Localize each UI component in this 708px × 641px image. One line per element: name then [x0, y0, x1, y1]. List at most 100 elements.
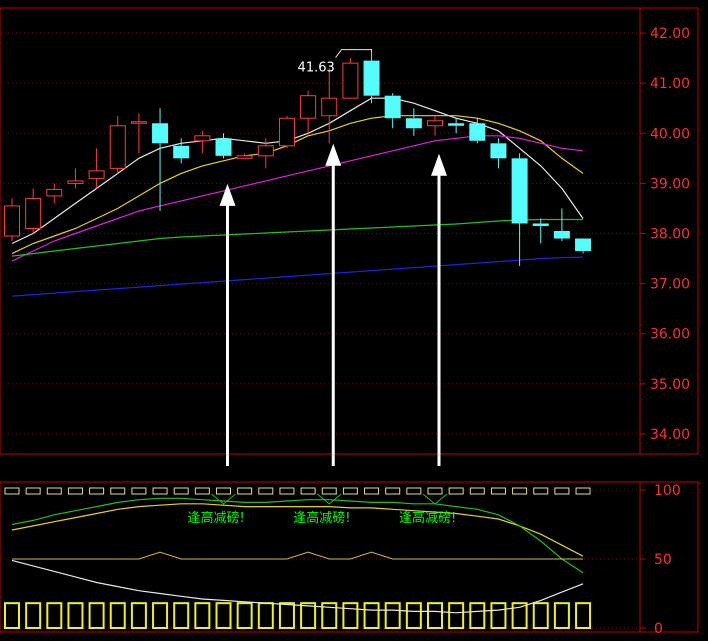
signal-text: 逢高减磅!	[188, 510, 245, 526]
candle-down	[384, 93, 401, 129]
moving-average-line-4	[11, 218, 583, 257]
candle-body	[553, 231, 570, 239]
candle-body	[152, 123, 169, 144]
candle-body	[342, 62, 359, 99]
sell-signal-annotation: 逢高减磅!	[293, 493, 350, 526]
indicator-bottom-bar	[46, 602, 63, 629]
indicator-tick-label: 50	[654, 552, 672, 568]
indicator-bottom-bar	[490, 602, 507, 629]
peak-price-label: 41.63	[298, 61, 335, 76]
indicator-bottom-bar	[405, 602, 422, 629]
price-panel: 42.00 41.00 40.00 39.00 38.00 37.00 36.00 35.00…	[0, 7, 699, 466]
candle-up	[46, 183, 63, 204]
indicator-bottom-bar	[257, 602, 274, 629]
indicator-top-box	[131, 487, 147, 495]
indicator-top-box	[258, 487, 274, 495]
candle-body	[194, 135, 211, 142]
candle-body	[88, 170, 105, 179]
price-tick-label: 38.00	[650, 227, 690, 243]
indicator-top-box	[173, 487, 189, 495]
arrow-head	[431, 153, 447, 176]
candle-down	[575, 238, 592, 254]
indicator-bottom-bar	[575, 602, 592, 629]
candle-up	[194, 130, 211, 154]
indicator-bottom-bar	[25, 602, 42, 629]
indicator-top-box	[300, 487, 316, 495]
white-up-arrow	[325, 143, 342, 466]
white-up-arrow	[219, 183, 236, 466]
candle-down	[490, 138, 507, 169]
arrow-head	[325, 143, 342, 166]
candle-body	[278, 117, 295, 147]
candle-body	[25, 197, 42, 229]
indicator-top-box	[512, 487, 528, 495]
signal-marker	[211, 493, 236, 505]
indicator-top-box	[321, 487, 337, 495]
indicator-bottom-bar	[448, 602, 465, 629]
candle-up	[109, 115, 126, 174]
candle-down	[553, 208, 570, 242]
candle-body	[448, 123, 465, 126]
candle-up	[88, 148, 105, 189]
candle-up	[300, 90, 317, 134]
arrow-shaft	[226, 203, 229, 466]
indicator-bottom-bar	[553, 602, 570, 629]
candle-body	[236, 155, 253, 159]
signal-marker	[316, 493, 342, 505]
indicator-bottom-bar	[384, 602, 401, 629]
candle-down	[532, 218, 549, 244]
candle-down	[405, 108, 422, 136]
candle-down	[363, 51, 380, 104]
candle-body	[427, 120, 443, 127]
indicator-top-box	[342, 487, 358, 495]
indicator-bottom-bar	[173, 602, 190, 629]
candle-body	[215, 138, 232, 156]
candle-up	[236, 153, 253, 159]
indicator-step-line	[12, 551, 583, 560]
indicator-bottom-bar	[427, 602, 443, 629]
arrow-shaft	[331, 163, 335, 466]
indicator-top-box	[237, 487, 253, 495]
indicator-bottom-bar	[300, 602, 317, 629]
candle-body	[490, 143, 507, 159]
indicator-top-box	[67, 487, 83, 495]
candle-body	[257, 145, 274, 157]
indicator-bottom-bar	[109, 602, 126, 629]
indicator-bottom-bar	[88, 602, 105, 629]
indicator-panel: 100 50 0 逢高减磅! 逢高减磅! 逢高减磅!	[0, 481, 699, 637]
indicator-bottom-bar	[532, 602, 549, 629]
stock-chart: 42.00 41.00 40.00 39.00 38.00 37.00 36.00 35.00…	[0, 7, 699, 637]
indicator-bottom-bar	[4, 602, 20, 629]
candle-down	[448, 118, 465, 134]
indicator-bottom-bar	[469, 602, 486, 629]
candle-body	[67, 180, 84, 184]
candle-body	[384, 95, 401, 119]
indicator-bottom-bar	[215, 602, 232, 629]
indicator-line-3	[11, 497, 584, 574]
indicator-top-box	[46, 487, 62, 495]
indicator-top-box	[469, 487, 485, 495]
indicator-top-box	[364, 487, 380, 495]
indicator-top-box	[533, 487, 549, 495]
indicator-top-box	[490, 487, 506, 495]
candle-body	[4, 205, 20, 237]
price-tick-label: 40.00	[650, 126, 690, 142]
candle-down	[152, 108, 169, 211]
price-tick-label: 37.00	[650, 277, 690, 293]
indicator-tick-label: 100	[654, 483, 681, 499]
indicator-top-box	[448, 487, 464, 495]
candle-body	[575, 238, 592, 252]
candle-body	[405, 118, 422, 129]
signal-text: 逢高减磅!	[399, 510, 456, 526]
price-tick-label: 34.00	[650, 427, 690, 443]
indicator-top-box	[110, 487, 126, 495]
candle-up	[4, 198, 20, 242]
indicator-bottom-bar	[236, 602, 253, 629]
indicator-top-box	[385, 487, 401, 495]
indicator-top-box	[194, 487, 210, 495]
price-tick-label: 41.00	[650, 76, 690, 92]
candle-down	[511, 153, 528, 267]
signal-marker	[422, 493, 448, 505]
indicator-top-box	[25, 487, 41, 495]
price-tick-label: 36.00	[650, 327, 690, 343]
